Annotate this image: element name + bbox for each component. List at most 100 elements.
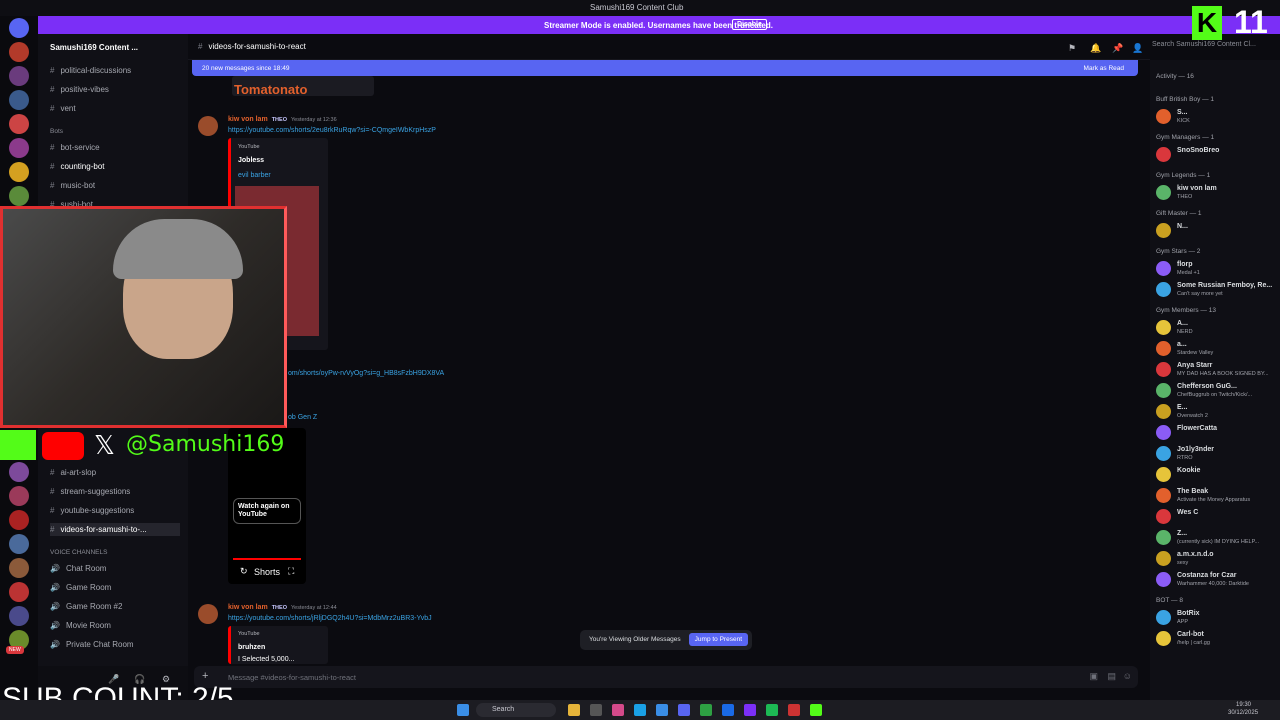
avatar[interactable] bbox=[1156, 261, 1171, 276]
category-bots[interactable]: Bots bbox=[50, 128, 63, 135]
voice-channel[interactable]: 🔊 Game Room #2 bbox=[50, 602, 122, 611]
avatar[interactable] bbox=[1156, 341, 1171, 356]
app-icon[interactable] bbox=[656, 704, 668, 716]
avatar[interactable] bbox=[1156, 282, 1171, 297]
server-icon[interactable] bbox=[9, 114, 29, 134]
avatar[interactable] bbox=[1156, 185, 1171, 200]
member-item[interactable]: BotRix APP bbox=[1156, 609, 1276, 627]
member-item[interactable]: SnoSnoBreo bbox=[1156, 146, 1276, 164]
app-icon[interactable] bbox=[568, 704, 580, 716]
server-icon[interactable] bbox=[9, 606, 29, 626]
channel-item[interactable]: # music-bot bbox=[50, 181, 95, 190]
app-icon[interactable] bbox=[590, 704, 602, 716]
windows-start-icon[interactable] bbox=[457, 704, 469, 716]
avatar[interactable] bbox=[1156, 425, 1171, 440]
embed-title[interactable]: bruhzen bbox=[238, 644, 265, 651]
channel-item[interactable]: # political-discussions bbox=[50, 66, 131, 75]
member-item[interactable]: E... Overwatch 2 bbox=[1156, 403, 1276, 421]
mark-as-read-button[interactable]: Mark as Read bbox=[1084, 65, 1124, 72]
member-item[interactable]: Kookie bbox=[1156, 466, 1276, 484]
member-item[interactable]: A... NERD bbox=[1156, 319, 1276, 337]
server-name[interactable]: Samushi169 Content ... bbox=[50, 43, 138, 52]
server-icon[interactable] bbox=[9, 90, 29, 110]
avatar[interactable] bbox=[198, 116, 218, 136]
add-attachment-icon[interactable]: + bbox=[202, 670, 208, 682]
member-item[interactable]: Costanza for Czar Warhammer 40,000: Darkt… bbox=[1156, 571, 1276, 589]
member-item[interactable]: S... KICK bbox=[1156, 108, 1276, 126]
member-item[interactable]: a.m.x.n.d.o sexy bbox=[1156, 550, 1276, 568]
server-icon[interactable] bbox=[9, 138, 29, 158]
embed-channel[interactable]: evil barber bbox=[238, 172, 271, 179]
channel-item[interactable]: # bot-service bbox=[50, 143, 100, 152]
avatar[interactable] bbox=[1156, 488, 1171, 503]
member-item[interactable]: Z... (currently sick) IM DYING HELP... bbox=[1156, 529, 1276, 547]
channel-item-active[interactable]: # videos-for-samushi-to-... bbox=[50, 523, 180, 536]
server-icon[interactable] bbox=[9, 66, 29, 86]
app-icon[interactable] bbox=[810, 704, 822, 716]
member-item[interactable]: Carl-bot/help | carl.gg bbox=[1156, 630, 1276, 648]
avatar[interactable] bbox=[1156, 610, 1171, 625]
server-icon[interactable] bbox=[9, 558, 29, 578]
avatar[interactable] bbox=[1156, 446, 1171, 461]
member-item[interactable]: florp Medal +1 bbox=[1156, 260, 1276, 278]
category-voice[interactable]: VOICE CHANNELS bbox=[50, 549, 107, 556]
sticker-icon[interactable]: ▤ bbox=[1107, 671, 1116, 682]
jump-to-present-button[interactable]: Jump to Present bbox=[688, 633, 748, 646]
message-link[interactable]: om/shorts/oyPw-rvVyOg?si=g_HB8sFzbH9DX8V… bbox=[288, 370, 444, 377]
member-item[interactable]: Jo1ly3nder RTRO bbox=[1156, 445, 1276, 463]
pin-icon[interactable]: 📌 bbox=[1112, 43, 1123, 54]
channel-item[interactable]: # counting-bot bbox=[50, 162, 104, 171]
avatar[interactable] bbox=[1156, 320, 1171, 335]
server-icon[interactable] bbox=[9, 162, 29, 182]
bell-icon[interactable]: 🔔 bbox=[1090, 43, 1101, 54]
emoji-icon[interactable]: ☺ bbox=[1123, 671, 1132, 681]
member-item[interactable]: Wes C bbox=[1156, 508, 1276, 526]
avatar[interactable] bbox=[1156, 383, 1171, 398]
spotify-icon[interactable] bbox=[766, 704, 778, 716]
avatar[interactable] bbox=[1156, 572, 1171, 587]
server-icon[interactable] bbox=[9, 534, 29, 554]
app-icon[interactable] bbox=[612, 704, 624, 716]
app-icon[interactable] bbox=[700, 704, 712, 716]
avatar[interactable] bbox=[1156, 223, 1171, 238]
server-icon[interactable] bbox=[9, 582, 29, 602]
members-icon[interactable]: 👤 bbox=[1132, 43, 1143, 54]
avatar[interactable] bbox=[1156, 509, 1171, 524]
channel-item[interactable]: # ai-art-slop bbox=[50, 468, 96, 477]
avatar[interactable] bbox=[1156, 631, 1171, 646]
avatar[interactable] bbox=[1156, 109, 1171, 124]
member-item[interactable]: Chefferson GuG... ChefBuggrub on Twitch/K… bbox=[1156, 382, 1276, 400]
discord-home-icon[interactable] bbox=[9, 18, 29, 38]
member-item[interactable]: kiw von lam THEO bbox=[1156, 184, 1276, 202]
app-icon[interactable] bbox=[788, 704, 800, 716]
avatar[interactable] bbox=[1156, 467, 1171, 482]
avatar[interactable] bbox=[1156, 551, 1171, 566]
message-author[interactable]: kiw von lam THEO Yesterday at 12:36 bbox=[228, 116, 337, 123]
disable-button[interactable]: Disable bbox=[732, 19, 767, 30]
channel-item[interactable]: # positive-vibes bbox=[50, 85, 109, 94]
member-item[interactable]: N... bbox=[1156, 222, 1276, 240]
message-author[interactable]: kiw von lam THEO Yesterday at 12:44 bbox=[228, 604, 337, 611]
taskbar-search[interactable]: Search bbox=[476, 703, 556, 717]
app-icon[interactable] bbox=[722, 704, 734, 716]
app-icon[interactable] bbox=[678, 704, 690, 716]
member-item[interactable]: Anya Starr MY DAD HAS A BOOK SIGNED BY... bbox=[1156, 361, 1276, 379]
channel-item[interactable]: # vent bbox=[50, 104, 76, 113]
embed-channel[interactable]: ob Gen Z bbox=[288, 414, 317, 421]
search-input[interactable]: Search Samushi169 Content Cl... bbox=[1152, 41, 1276, 55]
embed-title[interactable]: Jobless bbox=[238, 157, 264, 164]
avatar[interactable] bbox=[198, 604, 218, 624]
voice-channel[interactable]: 🔊 Chat Room bbox=[50, 564, 106, 573]
member-item[interactable]: FlowerCatta bbox=[1156, 424, 1276, 442]
app-icon[interactable] bbox=[634, 704, 646, 716]
app-icon[interactable] bbox=[744, 704, 756, 716]
avatar[interactable] bbox=[1156, 404, 1171, 419]
avatar[interactable] bbox=[1156, 147, 1171, 162]
threads-icon[interactable]: ⚑ bbox=[1068, 43, 1076, 54]
voice-channel[interactable]: 🔊 Movie Room bbox=[50, 621, 111, 630]
server-icon[interactable] bbox=[9, 186, 29, 206]
member-item[interactable]: Some Russian Femboy, Re... Can't say more… bbox=[1156, 281, 1276, 299]
watch-again-button[interactable]: Watch again on YouTube bbox=[233, 498, 301, 524]
message-link[interactable]: https://youtube.com/shorts/2eu8rkRuRqw?s… bbox=[228, 127, 436, 134]
new-messages-bar[interactable]: 20 new messages since 18:49 Mark as Read bbox=[192, 60, 1138, 76]
